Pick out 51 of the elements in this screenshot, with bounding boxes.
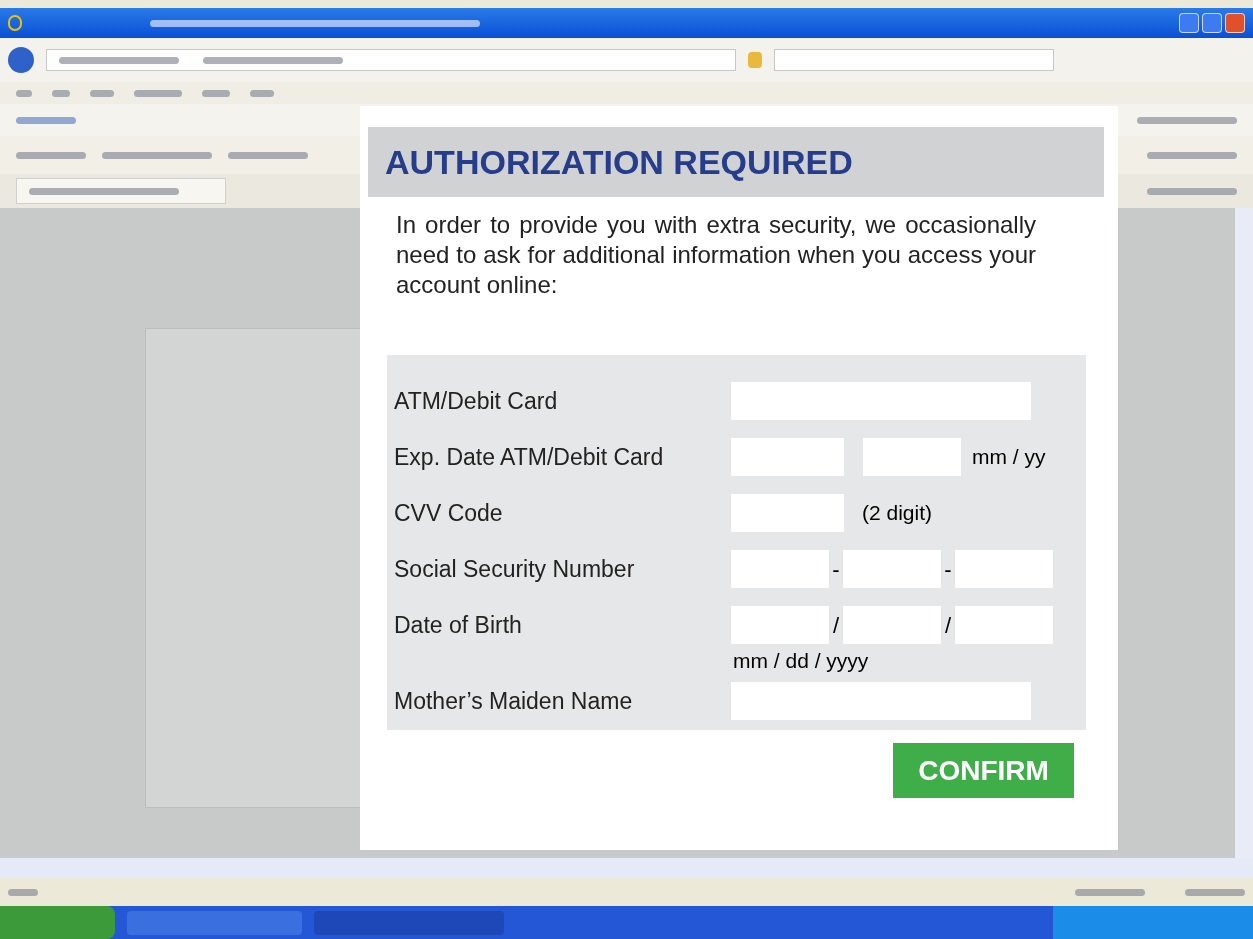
input-field[interactable] <box>731 382 1031 420</box>
vertical-scrollbar[interactable] <box>1235 208 1253 858</box>
field-label: Date of Birth <box>394 610 523 640</box>
input-field[interactable] <box>731 606 829 644</box>
horizontal-scrollbar[interactable] <box>0 858 1253 878</box>
input-field[interactable] <box>731 682 1031 720</box>
input-field[interactable] <box>955 550 1053 588</box>
field-label: Exp. Date ATM/Debit Card <box>394 442 665 472</box>
separator: - <box>943 555 953 584</box>
maximize-button[interactable] <box>1202 13 1222 33</box>
blurred-text <box>90 89 114 97</box>
taskbar-item[interactable] <box>314 910 504 935</box>
input-field[interactable] <box>731 494 844 532</box>
input-field[interactable] <box>731 550 829 588</box>
separator: - <box>831 555 841 584</box>
minimize-button[interactable] <box>1179 13 1199 33</box>
blurred-text <box>16 151 86 159</box>
input-field[interactable] <box>955 606 1053 644</box>
blurred-text <box>134 89 182 97</box>
intro-paragraph: In order to provide you with extra security, we occasionally need to ask for additional information when you access your account online: <box>396 210 1036 300</box>
blurred-text <box>16 116 76 124</box>
back-button[interactable] <box>8 47 34 73</box>
input-field[interactable] <box>843 550 941 588</box>
format-hint: mm / dd / yyyy <box>733 649 870 673</box>
input-field[interactable] <box>863 438 961 476</box>
blurred-text <box>202 89 230 97</box>
blurred-text <box>1185 888 1245 896</box>
taskbar-item[interactable] <box>127 910 302 935</box>
blurred-text <box>52 89 70 97</box>
field-label: CVV Code <box>394 498 504 528</box>
close-button[interactable] <box>1225 13 1245 33</box>
separator: / <box>943 611 953 640</box>
format-hint: (2 digit) <box>862 500 933 527</box>
browser-tab[interactable] <box>16 178 226 204</box>
dialog-title: AUTHORIZATION REQUIRED <box>385 141 853 183</box>
blurred-text <box>16 89 32 97</box>
field-label: Mother’s Maiden Name <box>394 686 634 716</box>
format-hint: mm / yy <box>972 444 1046 471</box>
blurred-text <box>250 89 274 97</box>
input-field[interactable] <box>731 438 844 476</box>
input-field[interactable] <box>843 606 941 644</box>
confirm-button[interactable]: CONFIRM <box>893 743 1074 798</box>
field-label: Social Security Number <box>394 554 636 584</box>
blurred-text <box>1075 888 1145 896</box>
start-button[interactable] <box>0 906 115 939</box>
browser-icon <box>8 15 22 31</box>
search-field[interactable] <box>774 49 1054 71</box>
separator: / <box>831 611 841 640</box>
address-field[interactable] <box>46 49 736 71</box>
blurred-text <box>8 888 38 896</box>
field-label: ATM/Debit Card <box>394 386 559 416</box>
